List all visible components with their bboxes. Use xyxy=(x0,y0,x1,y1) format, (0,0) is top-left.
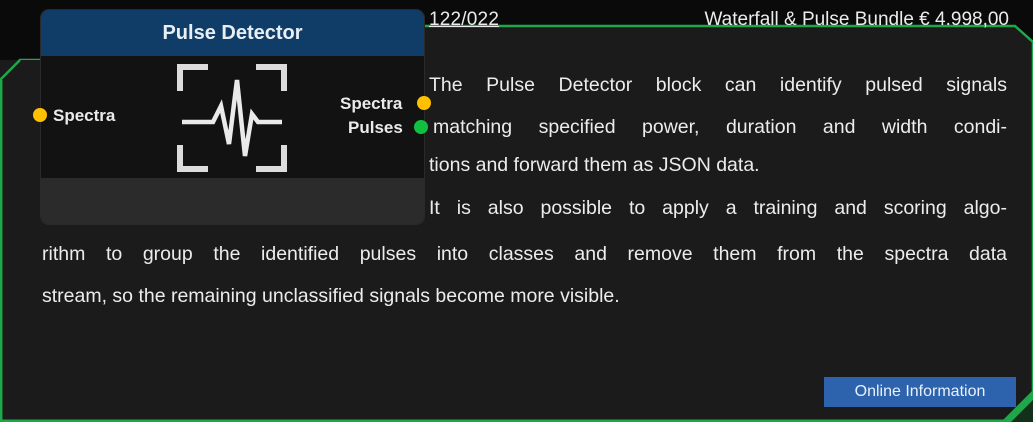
input-port-spectra[interactable] xyxy=(33,108,47,122)
output-port-pulses[interactable] xyxy=(414,120,428,134)
node-title: Pulse Detector xyxy=(162,21,303,44)
node-footer xyxy=(41,178,424,224)
product-code: 122/022 xyxy=(429,9,500,30)
input-port-label: Spectra xyxy=(53,106,116,125)
description-line: stream, so the remaining unclassified si… xyxy=(42,285,620,307)
description-line: matching specified power, duration and w… xyxy=(433,116,1007,138)
pulse-detector-icon xyxy=(177,64,287,172)
description-line: It is also possible to apply a training … xyxy=(429,197,1007,219)
node-header: Pulse Detector xyxy=(41,10,424,56)
online-information-button[interactable]: Online Information xyxy=(824,377,1016,407)
description-line: tions and forward them as JSON data. xyxy=(429,154,760,176)
description-line: rithm to group the identified pulses int… xyxy=(42,243,1007,265)
description-line: The Pulse Detector block can identify pu… xyxy=(429,74,1007,96)
bundle-price: Waterfall & Pulse Bundle € 4.998,00 xyxy=(704,9,1009,30)
output-port-label-spectra: Spectra xyxy=(340,94,403,113)
output-port-label-pulses: Pulses xyxy=(348,118,403,137)
